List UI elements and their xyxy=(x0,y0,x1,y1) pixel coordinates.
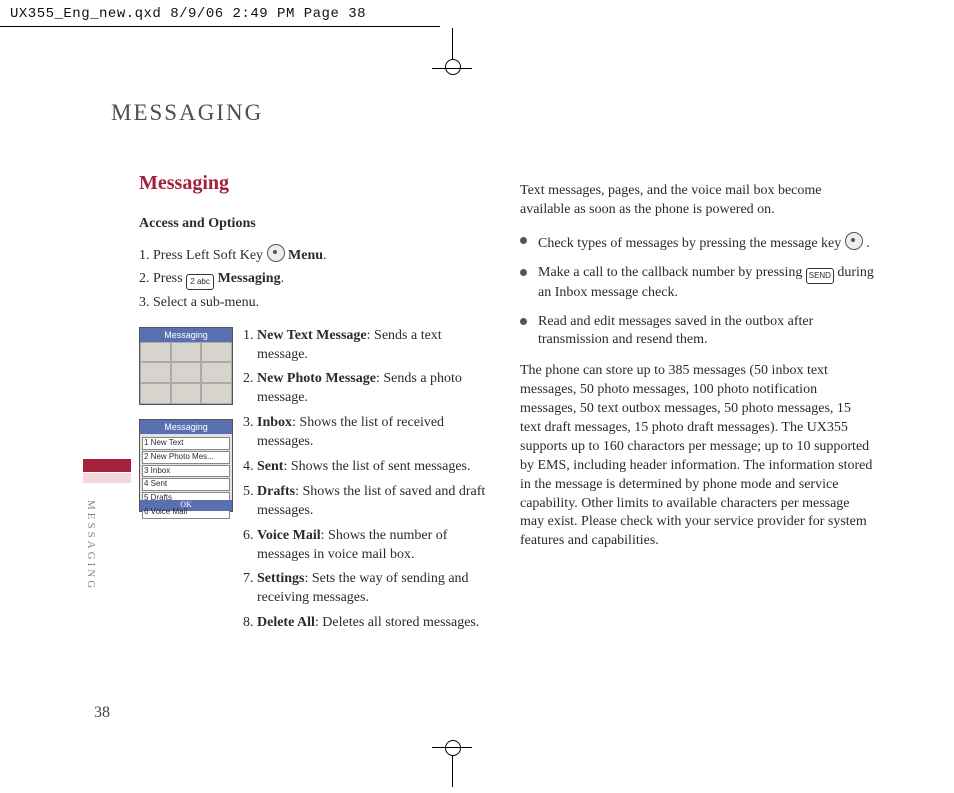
bullet-1: Check types of messages by pressing the … xyxy=(520,232,875,254)
softkey-icon xyxy=(267,244,285,262)
submenu-2: New Photo Message: Sends a photo message… xyxy=(257,370,494,408)
submenu-2-title: New Photo Message xyxy=(257,371,376,386)
bullet-list: Check types of messages by pressing the … xyxy=(520,232,875,351)
keypad-2-icon: 2 abc xyxy=(186,274,214,290)
submenu-5: Drafts: Shows the list of saved and draf… xyxy=(257,483,494,521)
page-title: MESSAGING xyxy=(111,100,263,126)
right-paragraph: The phone can store up to 385 messages (… xyxy=(520,362,875,551)
submenu-7-title: Settings xyxy=(257,571,304,586)
page-number: 38 xyxy=(94,704,110,722)
submenu-6-title: Voice Mail xyxy=(257,528,321,543)
submenu-5-title: Drafts xyxy=(257,484,295,499)
submenu-4: Sent: Shows the list of sent messages. xyxy=(257,458,494,477)
sub-heading: Access and Options xyxy=(139,215,494,234)
phone-screenshot-list: Messaging 1 New Text 2 New Photo Mes... … xyxy=(139,419,233,512)
message-key-icon xyxy=(845,232,863,250)
print-job-header: UX355_Eng_new.qxd 8/9/06 2:49 PM Page 38 xyxy=(10,6,366,22)
thumb-row-3: 3 Inbox xyxy=(142,465,230,478)
side-tab-accent xyxy=(83,459,131,472)
submenu-6: Voice Mail: Shows the number of messages… xyxy=(257,527,494,565)
thumb-row-2: 2 New Photo Mes... xyxy=(142,451,230,464)
left-column: Messaging Access and Options 1. Press Le… xyxy=(139,170,494,639)
header-rule xyxy=(0,26,440,27)
step-2-text-a: 2. Press xyxy=(139,271,186,286)
side-tab-accent-light xyxy=(83,473,131,483)
submenu-8: Delete All: Deletes all stored messages. xyxy=(257,614,494,633)
submenu-8-title: Delete All xyxy=(257,615,315,630)
phone-screenshots: Messaging Messaging 1 New Text 2 New Pho… xyxy=(139,327,231,526)
section-heading: Messaging xyxy=(139,170,494,197)
step-1-menu: Menu xyxy=(288,248,323,263)
submenu-3: Inbox: Shows the list of received messag… xyxy=(257,414,494,452)
submenu-4-title: Sent xyxy=(257,459,283,474)
bullet-1a: Check types of messages by pressing the … xyxy=(538,236,845,251)
step-3: 3. Select a sub-menu. xyxy=(139,294,494,313)
bullet-2: Make a call to the callback number by pr… xyxy=(520,264,875,303)
send-key-icon: SEND xyxy=(806,268,834,284)
step-1: 1. Press Left Soft Key Menu. xyxy=(139,244,494,266)
submenu-3-title: Inbox xyxy=(257,415,292,430)
submenu-1-title: New Text Message xyxy=(257,328,367,343)
thumb-title: Messaging xyxy=(140,328,232,342)
submenu-4-desc: : Shows the list of sent messages. xyxy=(283,459,470,474)
side-vertical-label: MESSAGING xyxy=(85,500,97,591)
bullet-3: Read and edit messages saved in the outb… xyxy=(520,313,875,351)
thumb-row-1: 1 New Text xyxy=(142,437,230,450)
trim-mark-top xyxy=(452,28,453,68)
submenu-1: New Text Message: Sends a text message. xyxy=(257,327,494,365)
submenu-8-desc: : Deletes all stored messages. xyxy=(315,615,479,630)
right-column: Text messages, pages, and the voice mail… xyxy=(520,170,875,563)
step-1-text-a: 1. Press Left Soft Key xyxy=(139,248,267,263)
step-2: 2. Press 2 abc Messaging. xyxy=(139,270,494,290)
trim-mark-bottom xyxy=(452,747,453,787)
right-intro: Text messages, pages, and the voice mail… xyxy=(520,182,875,220)
phone-screenshot-grid: Messaging xyxy=(139,327,233,405)
thumb-title-2: Messaging xyxy=(140,420,232,434)
submenu-7: Settings: Sets the way of sending and re… xyxy=(257,570,494,608)
step-2-messaging: Messaging xyxy=(218,271,281,286)
thumb-row-4: 4 Sent xyxy=(142,478,230,491)
bullet-1b: . xyxy=(866,236,870,251)
bullet-2a: Make a call to the callback number by pr… xyxy=(538,265,806,280)
